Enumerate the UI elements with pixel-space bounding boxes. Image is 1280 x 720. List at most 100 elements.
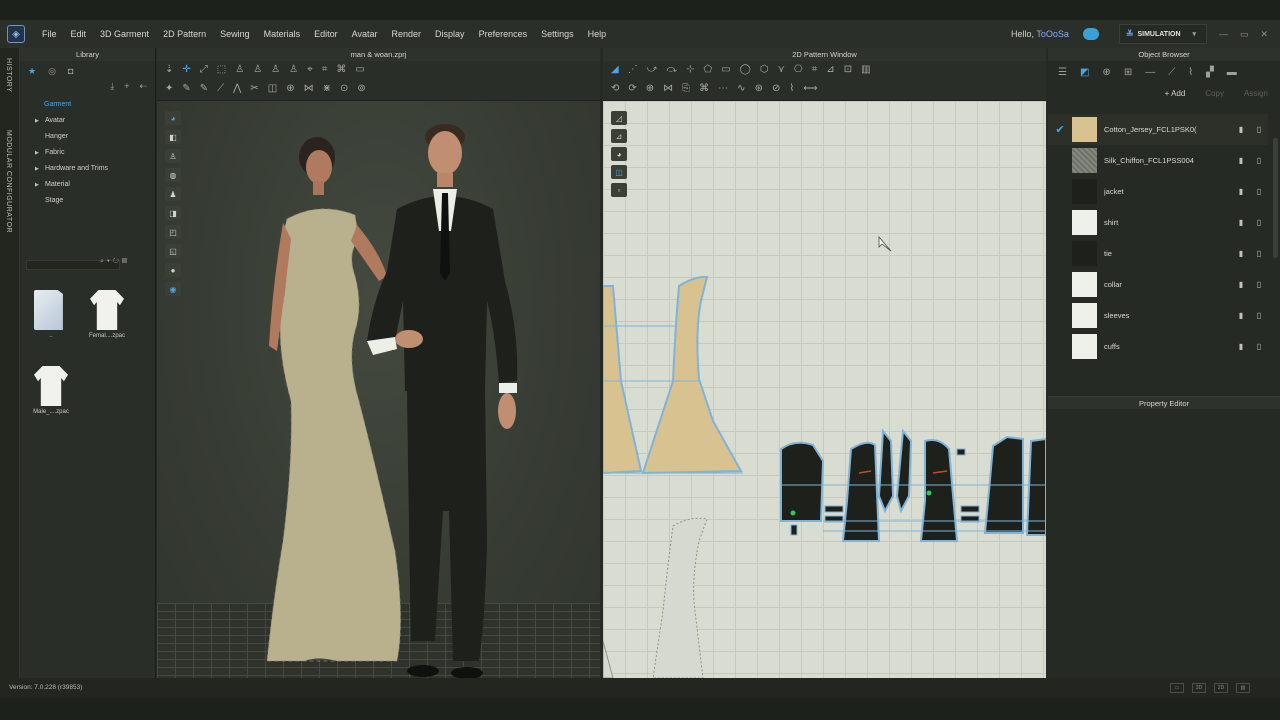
check-sewing-icon[interactable]: ⋈	[663, 83, 673, 94]
curve-point-icon[interactable]: ⤼	[666, 64, 677, 75]
pin-icon[interactable]: ⌖	[307, 64, 313, 75]
avatar-visibility-icon[interactable]: ♟	[165, 187, 181, 201]
female-avatar[interactable]	[266, 137, 402, 662]
search-icon[interactable]: ⌕	[100, 258, 107, 265]
delete-icon[interactable]: ▯	[1250, 125, 1268, 134]
refresh-icon[interactable]: ↻	[113, 258, 122, 265]
list-view-icon[interactable]: ☰	[1058, 67, 1067, 78]
avatar-tool-icon[interactable]: ⊚	[357, 83, 365, 94]
minimize-icon[interactable]: —	[1219, 29, 1228, 39]
layout-split-icon[interactable]: ▥	[1236, 683, 1250, 693]
notch-icon[interactable]: ⊿	[826, 64, 834, 75]
trim-icon[interactable]: ◫	[268, 83, 277, 94]
garment-icon[interactable]: ♙	[235, 64, 244, 75]
library-item-female[interactable]: Femal....zpac	[86, 290, 128, 339]
suit-pattern-pieces[interactable]	[780, 428, 1046, 542]
seam-allowance-icon[interactable]: ⌗	[812, 64, 818, 75]
polygon-icon[interactable]: ⬠	[704, 64, 713, 75]
pencil-icon[interactable]: ✎	[200, 83, 208, 94]
circle-icon[interactable]: ◯	[740, 64, 751, 75]
back-arrow-icon[interactable]: ⇠	[139, 81, 147, 97]
edit-curve-icon[interactable]: ⤻	[647, 64, 658, 75]
menu-edit[interactable]: Edit	[64, 29, 94, 39]
cloud-icon[interactable]	[1082, 28, 1099, 40]
puckering-tab-icon[interactable]: ⟋	[1168, 67, 1175, 78]
avatar-models[interactable]	[247, 101, 547, 678]
layout-single-icon[interactable]: ▭	[1170, 683, 1184, 693]
fabric-item-cuffs[interactable]: cuffs ▮ ▯	[1048, 331, 1268, 362]
tree-item-material[interactable]: ▶ Material	[20, 177, 155, 193]
measure-2d-icon[interactable]: ⟷	[803, 83, 817, 94]
delete-icon[interactable]: ▯	[1250, 218, 1268, 227]
library-item-parent-folder[interactable]: ..	[30, 290, 72, 339]
avatar-display-icon[interactable]: ◧	[165, 130, 181, 144]
edit-texture-icon[interactable]: ⎘	[682, 83, 690, 94]
add-button[interactable]: + Add	[1165, 89, 1186, 98]
transform-pattern-icon[interactable]: ◢	[611, 64, 619, 75]
button-tab-icon[interactable]: ⊕	[1102, 67, 1110, 78]
fold-tool-icon[interactable]: ♙	[289, 64, 298, 75]
graphic-tab-icon[interactable]: ▞	[1206, 67, 1214, 78]
expand-arrow-icon[interactable]: ▶	[35, 161, 39, 177]
transform-icon[interactable]: ⬚	[217, 64, 226, 75]
menu-avatar[interactable]: Avatar	[345, 29, 385, 39]
fabric-tab-icon[interactable]: ◩	[1080, 67, 1089, 78]
fabric-info-icon[interactable]: ▮	[1232, 187, 1250, 196]
menu-file[interactable]: File	[35, 29, 64, 39]
delete-icon[interactable]: ▯	[1250, 249, 1268, 258]
fabric-info-icon[interactable]: ▮	[1232, 342, 1250, 351]
fitting-icon[interactable]: ⌘	[336, 64, 346, 75]
internal-polygon-icon[interactable]: ⬡	[760, 64, 769, 75]
tack-icon[interactable]: ⌗	[322, 64, 328, 75]
rectangle-icon[interactable]: ▭	[721, 64, 730, 75]
tree-item-hardware-and-trims[interactable]: ▶ Hardware and Trims	[20, 161, 155, 177]
fabric-info-icon[interactable]: ▮	[1232, 311, 1250, 320]
expand-arrow-icon[interactable]: ▶	[35, 145, 39, 161]
delete-icon[interactable]: ▯	[1250, 342, 1268, 351]
pattern-canvas[interactable]: ◿ ⊿ ◕ ◫ ▫	[603, 101, 1046, 678]
buttonhole-tab-icon[interactable]: ⊞	[1124, 67, 1132, 78]
fabric-item-silk-chiffon[interactable]: Silk_Chiffon_FCL1PSS004 ▮ ▯	[1048, 145, 1268, 176]
tree-item-garment[interactable]: Garment	[20, 97, 155, 113]
pattern-view-icon[interactable]: ◱	[165, 244, 181, 258]
fabric-item-collar[interactable]: collar ▮ ▯	[1048, 269, 1268, 300]
pose-icon[interactable]: ✦	[165, 83, 173, 94]
measure-icon[interactable]: ▭	[355, 64, 364, 75]
cut-icon[interactable]: ✂	[250, 83, 258, 94]
add-point-icon[interactable]: ⊹	[686, 64, 694, 75]
download-icon[interactable]: ⤓	[110, 81, 114, 97]
move-gizmo-icon[interactable]: ✛	[182, 64, 190, 75]
display-mode-icon[interactable]: ◕	[165, 111, 181, 125]
garment-display-icon[interactable]: ♙	[165, 149, 181, 163]
fabric-info-icon[interactable]: ▮	[1232, 249, 1250, 258]
menu-3d-garment[interactable]: 3D Garment	[93, 29, 156, 39]
history-tab[interactable]: HISTORY	[5, 58, 12, 92]
fold-arrange-icon[interactable]: ⊡	[844, 64, 852, 75]
pattern-pieces[interactable]	[603, 101, 1046, 678]
view-mode-icon[interactable]: ▤	[122, 258, 130, 265]
fabric-info-icon[interactable]: ▮	[1232, 280, 1250, 289]
library-item-male[interactable]: Male_....zpac	[30, 366, 72, 415]
menu-2d-pattern[interactable]: 2D Pattern	[156, 29, 213, 39]
delete-icon[interactable]: ▯	[1250, 187, 1268, 196]
button-tool-icon[interactable]: ⊕	[286, 83, 294, 94]
favorites-star-icon[interactable]: ★	[28, 66, 36, 77]
add-icon[interactable]: +	[124, 81, 129, 97]
skin-icon[interactable]: ●	[165, 263, 181, 277]
topstitch-icon[interactable]: ⋯	[718, 83, 728, 94]
menu-help[interactable]: Help	[581, 29, 614, 39]
tree-item-hanger[interactable]: Hanger	[20, 129, 155, 145]
free-sewing-icon[interactable]: ⟳	[628, 83, 636, 94]
texture-display-icon[interactable]: ◍	[165, 168, 181, 182]
fabric-item-tie[interactable]: tie ▮ ▯	[1048, 238, 1268, 269]
tree-item-stage[interactable]: Stage	[20, 193, 155, 209]
fabric-info-icon[interactable]: ▮	[1232, 125, 1250, 134]
zip-icon[interactable]: ⋈	[304, 83, 314, 94]
jacket-tool-icon[interactable]: ♙	[271, 64, 280, 75]
button-2d-icon[interactable]: ⊛	[755, 83, 763, 94]
expand-arrow-icon[interactable]: ▶	[35, 113, 39, 129]
tack-2d-icon[interactable]: ⊕	[646, 83, 654, 94]
delete-icon[interactable]: ▯	[1250, 156, 1268, 165]
tree-item-fabric[interactable]: ▶ Fabric	[20, 145, 155, 161]
fabric-info-icon[interactable]: ▮	[1232, 218, 1250, 227]
